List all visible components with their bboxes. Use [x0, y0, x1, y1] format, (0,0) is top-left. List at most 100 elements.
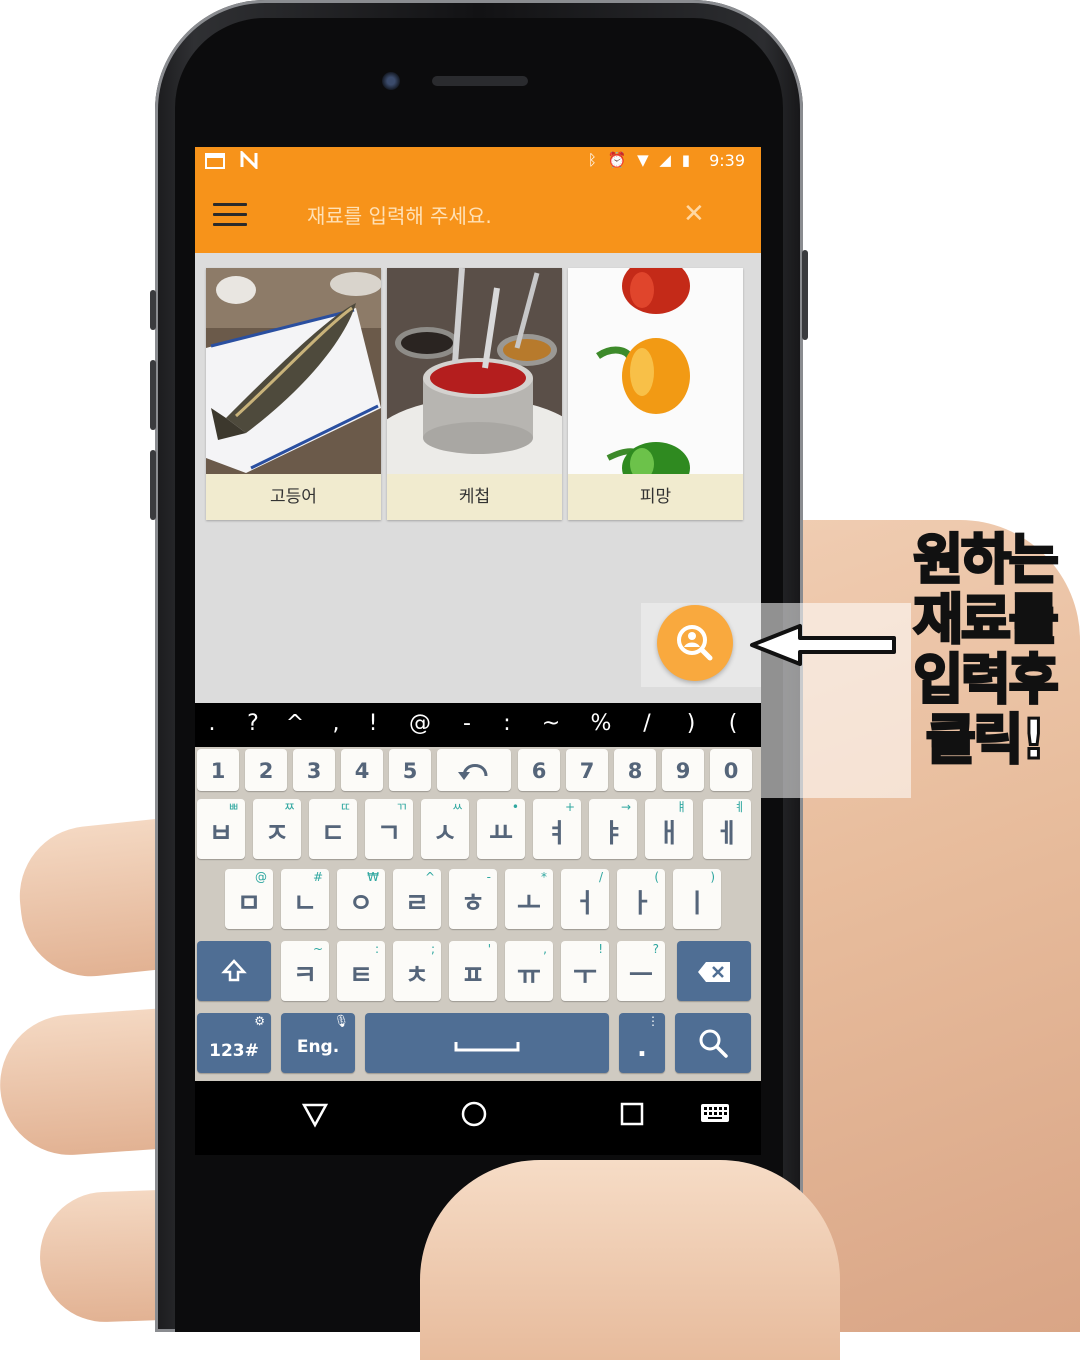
jamo-key[interactable]: ㅉㅈ: [253, 799, 301, 859]
language-key[interactable]: 🎙 Eng.: [281, 1013, 355, 1073]
jamo-key[interactable]: * ㅗ: [505, 869, 553, 929]
symbol-key[interactable]: ^: [275, 711, 315, 736]
ingredient-label: 피망: [639, 487, 672, 507]
status-right-icons: ᛒ ⏰ ▼ ◢ ▮: [588, 151, 693, 169]
jamo-key[interactable]: + ㅕ: [533, 799, 581, 859]
space-key[interactable]: [365, 1013, 609, 1073]
mute-switch: [150, 290, 156, 330]
number-key[interactable]: 0: [710, 749, 752, 791]
jamo-key[interactable]: ) ㅣ: [673, 869, 721, 929]
jamo-key[interactable]: • ㅛ: [477, 799, 525, 859]
key-char: ㅜ: [573, 961, 597, 991]
key-char: ㄹ: [405, 889, 429, 919]
number-key[interactable]: 6: [518, 749, 560, 791]
jamo-key[interactable]: → ㅑ: [589, 799, 637, 859]
home-circle-icon[interactable]: [454, 1099, 494, 1137]
symbol-key[interactable]: (: [713, 711, 753, 736]
jamo-key[interactable]: ? ㅡ: [617, 941, 665, 1001]
symbol-key[interactable]: /: [627, 711, 667, 736]
annotation-callout: 원하는 재료를 입력후 클릭!: [890, 528, 1080, 771]
ingredient-card[interactable]: 케첩: [387, 268, 562, 520]
jamo-key[interactable]: ㄲㄱ: [365, 799, 413, 859]
keyboard-icon[interactable]: [695, 1099, 735, 1133]
jamo-key[interactable]: ㅆㅅ: [421, 799, 469, 859]
num-mode-key[interactable]: ⚙ 123#: [197, 1013, 271, 1073]
jamo-key[interactable]: # ㄴ: [281, 869, 329, 929]
key-hint: @: [255, 870, 267, 884]
key-hint: :: [374, 942, 379, 956]
jamo-key[interactable]: :ㅌ: [337, 941, 385, 1001]
jamo-key[interactable]: ' ㅍ: [449, 941, 497, 1001]
number-key[interactable]: 4: [341, 749, 383, 791]
search-person-icon: [677, 625, 713, 661]
lang-label: Eng.: [296, 1037, 340, 1057]
number-key[interactable]: 9: [662, 749, 704, 791]
symbol-key[interactable]: !: [353, 711, 393, 736]
ingredient-card[interactable]: 피망: [568, 268, 743, 520]
key-hint: ㄲ: [395, 800, 407, 814]
jamo-key[interactable]: (ㅏ: [617, 869, 665, 929]
jamo-key[interactable]: ₩ ㅇ: [337, 869, 385, 929]
number-key[interactable]: 2: [245, 749, 287, 791]
menu-icon[interactable]: [213, 203, 247, 227]
number-key[interactable]: 3: [293, 749, 335, 791]
jamo-key[interactable]: ,ㅠ: [505, 941, 553, 1001]
jamo-key[interactable]: ~ ㅋ: [281, 941, 329, 1001]
search-icon: [699, 1029, 728, 1058]
shift-key[interactable]: [197, 941, 271, 1001]
alarm-icon: ⏰: [607, 151, 630, 169]
symbol-key[interactable]: .: [195, 711, 232, 736]
earpiece-speaker: [432, 76, 528, 86]
ingredient-search-input[interactable]: [305, 197, 679, 235]
symbol-key[interactable]: ,: [316, 711, 356, 736]
key-char: ㄷ: [321, 819, 345, 849]
jamo-key[interactable]: ^ ㄹ: [393, 869, 441, 929]
undo-key[interactable]: [437, 749, 511, 791]
jamo-key[interactable]: -ㅎ: [449, 869, 497, 929]
back-triangle-icon[interactable]: [295, 1099, 335, 1137]
number-key[interactable]: 8: [614, 749, 656, 791]
korean-keyboard: 1 2 3 4 5 6 7 8 9 0 ㅃㅂ ㅉㅈ ㄸㄷ ㄲㄱ ㅆㅅ • ㅛ + ㅕ…: [195, 747, 761, 1081]
search-key[interactable]: [675, 1013, 751, 1073]
symbol-key[interactable]: @: [400, 711, 440, 736]
backspace-key[interactable]: [677, 941, 751, 1001]
number-key[interactable]: 1: [197, 749, 239, 791]
volume-up-button: [150, 360, 156, 430]
ketchup-sauce-cups-photo: [387, 268, 562, 474]
key-hint: (: [654, 870, 659, 884]
num-mode-label: 123#: [209, 1041, 259, 1061]
jamo-key[interactable]: ㅃㅂ: [197, 799, 245, 859]
recents-square-icon[interactable]: [612, 1099, 652, 1137]
status-left-icons: [205, 149, 260, 171]
key-hint: ~: [312, 942, 323, 956]
symbol-key[interactable]: ): [671, 711, 711, 736]
jamo-key[interactable]: ; ㅊ: [393, 941, 441, 1001]
jamo-key[interactable]: ㄸㄷ: [309, 799, 357, 859]
key-char: ㅅ: [433, 819, 457, 849]
jamo-key[interactable]: ! ㅜ: [561, 941, 609, 1001]
app-toolbar: ✕: [195, 177, 761, 253]
symbol-key[interactable]: ?: [233, 711, 273, 736]
symbol-key[interactable]: %: [581, 711, 621, 736]
key-char: ㅐ: [657, 819, 681, 849]
key-char: ㅏ: [629, 889, 653, 919]
symbol-key[interactable]: :: [487, 711, 527, 736]
app-screen: ᛒ ⏰ ▼ ◢ ▮ 9:39 ✕: [195, 147, 761, 1155]
close-icon[interactable]: ✕: [683, 201, 705, 227]
key-hint: ㄸ: [339, 800, 351, 814]
symbol-key[interactable]: ~: [531, 711, 571, 736]
key-hint: •: [511, 800, 519, 814]
symbol-key[interactable]: -: [447, 711, 487, 736]
search-ingredients-fab[interactable]: [657, 605, 733, 681]
jamo-key[interactable]: ㅖㅔ: [703, 799, 751, 859]
period-label: .: [637, 1033, 647, 1063]
period-key[interactable]: ⋮ .: [619, 1013, 665, 1073]
jamo-key[interactable]: / ㅓ: [561, 869, 609, 929]
jamo-key[interactable]: ㅒㅐ: [645, 799, 693, 859]
number-key[interactable]: 7: [566, 749, 608, 791]
key-char: ㅑ: [601, 819, 625, 849]
number-key[interactable]: 5: [389, 749, 431, 791]
key-char: ㅠ: [517, 961, 541, 991]
jamo-key[interactable]: @ ㅁ: [225, 869, 273, 929]
ingredient-card[interactable]: 고등어: [206, 268, 381, 520]
